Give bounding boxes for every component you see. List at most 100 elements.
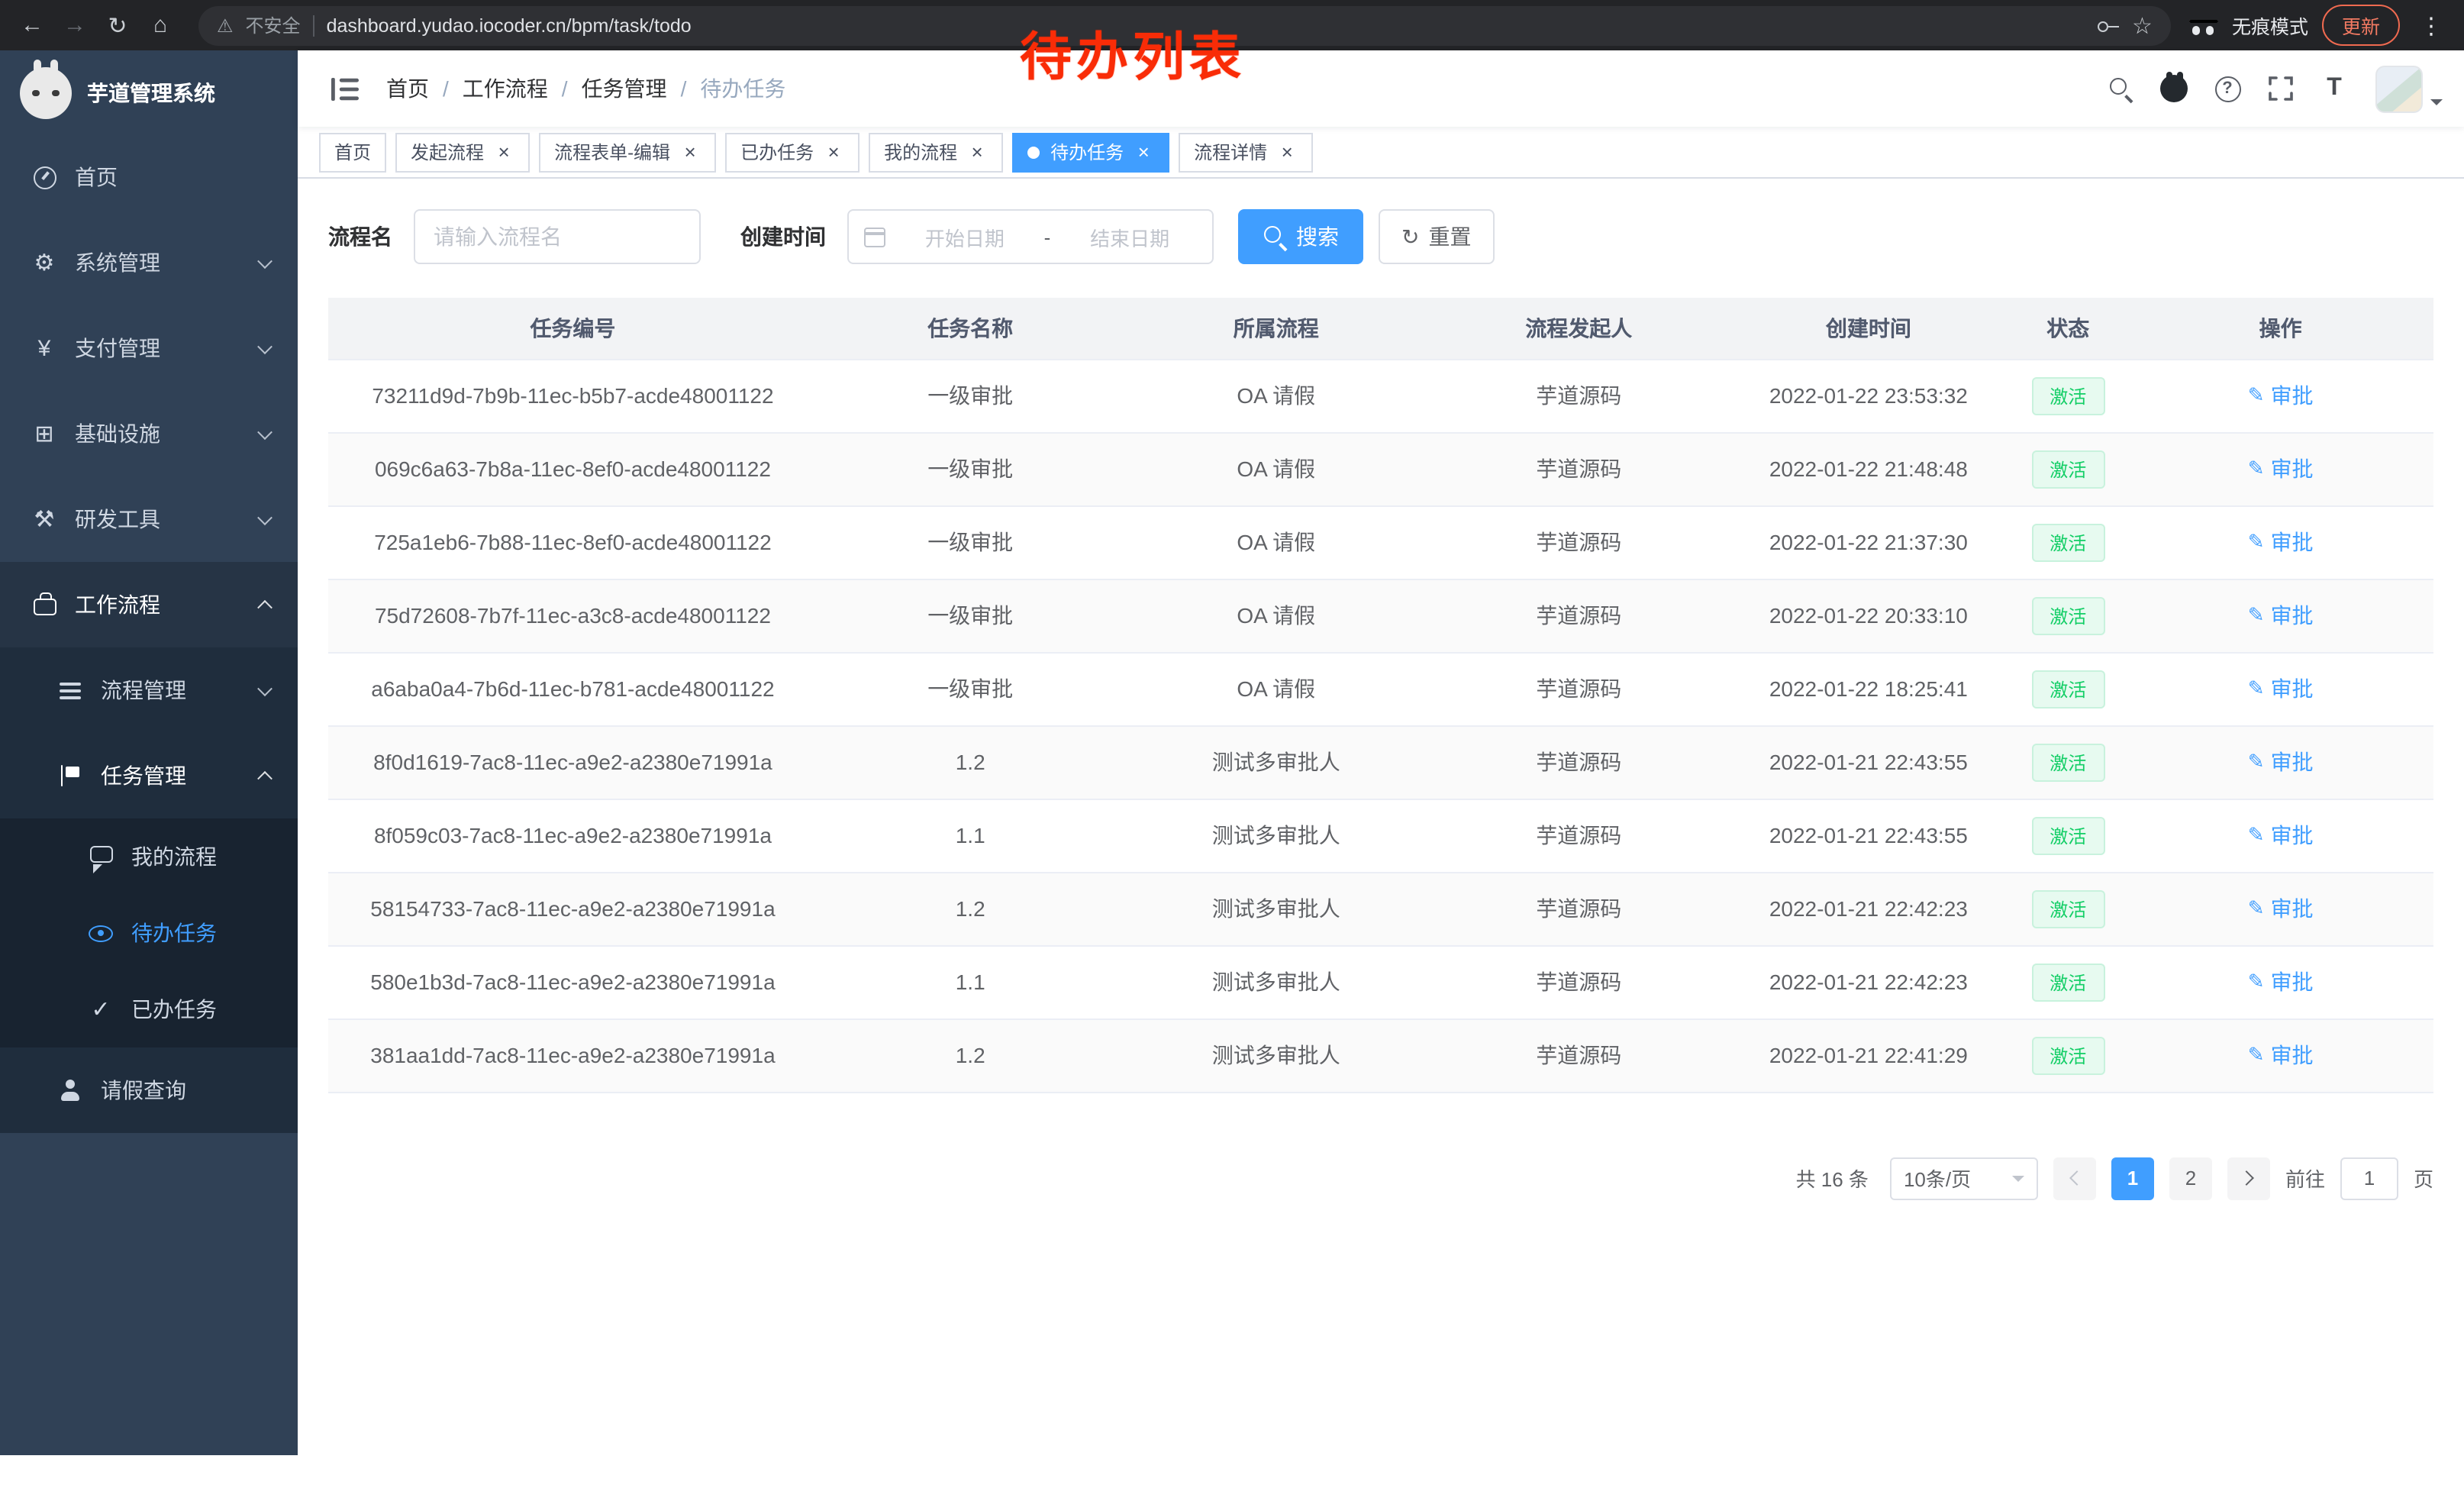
annotation-overlay: 待办列表 (1020, 15, 1246, 90)
task-process: OA 请假 (1123, 579, 1429, 652)
approve-label: 审批 (2271, 600, 2314, 631)
create-time-label: 创建时间 (740, 221, 826, 252)
close-icon[interactable]: × (966, 141, 988, 163)
goto-page-input[interactable] (2340, 1157, 2398, 1199)
sidebar-item-process-management[interactable]: 流程管理 (0, 647, 298, 733)
col-actions: 操作 (2127, 298, 2433, 359)
url-text[interactable]: dashboard.yudao.iocoder.cn/bpm/task/todo (327, 15, 692, 36)
search-icon (2108, 76, 2133, 101)
tab-form-edit[interactable]: 流程表单-编辑 × (539, 132, 716, 172)
tab-process-detail[interactable]: 流程详情 × (1179, 132, 1313, 172)
sidebar-collapse-icon[interactable] (319, 63, 371, 115)
approve-link[interactable]: ✎审批 (2248, 967, 2314, 997)
reset-button-label: 重置 (1428, 221, 1471, 252)
next-page-button[interactable] (2227, 1157, 2270, 1199)
task-process: 测试多审批人 (1123, 799, 1429, 872)
reset-button[interactable]: ↻ 重置 (1379, 209, 1494, 264)
goto-unit-label: 页 (2414, 1164, 2433, 1193)
task-id: 8f059c03-7ac8-11ec-a9e2-a2380e71991a (328, 799, 818, 872)
close-icon[interactable]: × (1276, 141, 1298, 163)
approve-link[interactable]: ✎审批 (2248, 380, 2314, 411)
breadcrumb-item[interactable]: 工作流程 (463, 73, 548, 104)
browser-forward-button[interactable]: → (55, 5, 95, 45)
approve-link[interactable]: ✎审批 (2248, 454, 2314, 484)
sidebar-item-payment[interactable]: ¥ 支付管理 (0, 305, 298, 391)
dashboard-icon (31, 166, 58, 189)
browser-home-button[interactable]: ⌂ (140, 5, 180, 45)
tab-home[interactable]: 首页 (319, 132, 386, 172)
page-button-1[interactable]: 1 (2111, 1157, 2154, 1199)
sidebar-item-label: 支付管理 (75, 333, 243, 363)
task-name: 1.2 (818, 872, 1124, 945)
search-button[interactable]: 搜索 (1238, 209, 1363, 264)
approve-label: 审批 (2271, 747, 2314, 777)
page-size-select[interactable]: 10条/页 (1890, 1157, 2038, 1199)
sidebar-item-task-management[interactable]: 任务管理 (0, 733, 298, 818)
close-icon[interactable]: × (1133, 141, 1154, 163)
status-badge: 激活 (2031, 670, 2104, 708)
sidebar-item-home[interactable]: 首页 (0, 134, 298, 220)
github-button[interactable] (2153, 63, 2195, 115)
task-name: 1.2 (818, 1018, 1124, 1092)
approve-link[interactable]: ✎审批 (2248, 527, 2314, 557)
sidebar-item-todo-tasks[interactable]: 待办任务 (0, 895, 298, 971)
tab-done-tasks[interactable]: 已办任务 × (725, 132, 859, 172)
sidebar-item-leave-query[interactable]: 请假查询 (0, 1047, 298, 1133)
sidebar-item-system[interactable]: ⚙ 系统管理 (0, 220, 298, 305)
tab-todo-tasks[interactable]: 待办任务 × (1012, 132, 1169, 172)
sidebar-item-label: 任务管理 (101, 760, 243, 791)
task-time: 2022-01-22 18:25:41 (1729, 652, 2009, 725)
breadcrumb-item[interactable]: 首页 (386, 73, 429, 104)
user-avatar-dropdown[interactable] (2375, 65, 2443, 112)
browser-menu-icon[interactable]: ⋮ (2414, 11, 2449, 39)
header-search-button[interactable] (2099, 63, 2142, 115)
chevron-down-icon (257, 509, 273, 525)
tab-my-process[interactable]: 我的流程 × (869, 132, 1003, 172)
edit-icon: ✎ (2248, 676, 2265, 701)
page-size-value: 10条/页 (1904, 1164, 1971, 1193)
bookmark-star-icon[interactable]: ☆ (2132, 11, 2153, 39)
task-name: 一级审批 (818, 505, 1124, 579)
approve-link[interactable]: ✎审批 (2248, 1040, 2314, 1070)
font-size-button[interactable]: T (2313, 63, 2356, 115)
app-logo[interactable]: 芋道管理系统 (0, 50, 298, 134)
browser-back-button[interactable]: ← (12, 5, 52, 45)
close-icon[interactable]: × (679, 141, 701, 163)
prev-page-button[interactable] (2053, 1157, 2096, 1199)
sidebar-item-workflow[interactable]: 工作流程 (0, 562, 298, 647)
gear-icon: ⚙ (31, 249, 58, 276)
sidebar-item-infrastructure[interactable]: ⊞ 基础设施 (0, 391, 298, 476)
close-icon[interactable]: × (823, 141, 844, 163)
table-row: 8f0d1619-7ac8-11ec-a9e2-a2380e71991a 1.2… (328, 725, 2433, 799)
approve-link[interactable]: ✎审批 (2248, 893, 2314, 924)
col-task-id: 任务编号 (328, 298, 818, 359)
table-row: 8f059c03-7ac8-11ec-a9e2-a2380e71991a 1.1… (328, 799, 2433, 872)
status-badge: 激活 (2031, 963, 2104, 1001)
tab-start-process[interactable]: 发起流程 × (395, 132, 530, 172)
sidebar-item-label: 首页 (75, 162, 270, 192)
approve-link[interactable]: ✎审批 (2248, 747, 2314, 777)
task-id: 73211d9d-7b9b-11ec-b5b7-acde48001122 (328, 359, 818, 432)
sidebar-item-done-tasks[interactable]: ✓ 已办任务 (0, 971, 298, 1047)
browser-reload-button[interactable]: ↻ (98, 5, 137, 45)
pagination: 共 16 条 10条/页 1 2 前往 页 (328, 1157, 2433, 1199)
browser-update-button[interactable]: 更新 (2322, 5, 2400, 46)
sidebar-item-my-process[interactable]: 我的流程 (0, 818, 298, 895)
task-name: 一级审批 (818, 359, 1124, 432)
breadcrumb-item[interactable]: 任务管理 (582, 73, 667, 104)
approve-link[interactable]: ✎审批 (2248, 600, 2314, 631)
page-button-2[interactable]: 2 (2169, 1157, 2212, 1199)
approve-link[interactable]: ✎审批 (2248, 673, 2314, 704)
process-name-input[interactable] (414, 209, 701, 264)
help-button[interactable]: ? (2206, 63, 2249, 115)
avatar[interactable] (2375, 65, 2423, 112)
sidebar-item-devtools[interactable]: ⚒ 研发工具 (0, 476, 298, 562)
key-icon[interactable] (2095, 13, 2120, 37)
fullscreen-button[interactable] (2259, 63, 2302, 115)
sidebar-item-label: 基础设施 (75, 418, 243, 449)
date-range-picker[interactable]: 开始日期 - 结束日期 (847, 209, 1214, 264)
security-label[interactable]: 不安全 (246, 12, 301, 38)
approve-link[interactable]: ✎审批 (2248, 820, 2314, 851)
close-icon[interactable]: × (493, 141, 514, 163)
tab-label: 待办任务 (1050, 139, 1124, 165)
